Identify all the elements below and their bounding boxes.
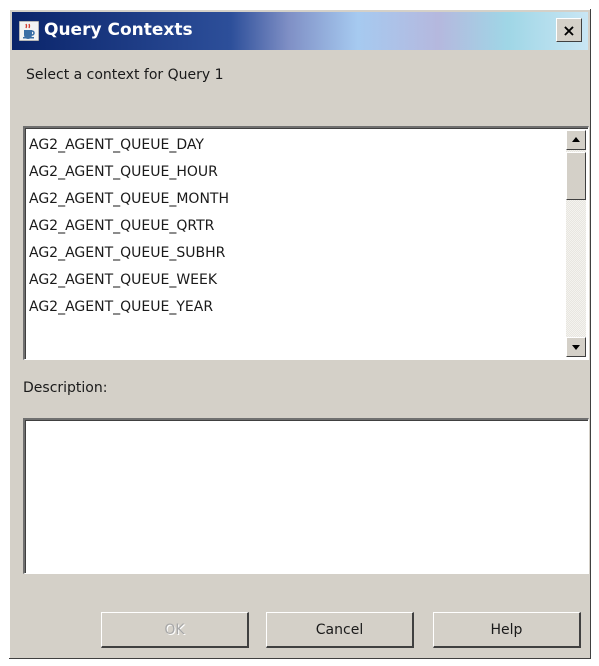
context-list-item[interactable]: AG2_AGENT_QUEUE_MONTH xyxy=(29,186,564,213)
scroll-up-button[interactable] xyxy=(566,130,586,150)
context-list-item[interactable]: AG2_AGENT_QUEUE_DAY xyxy=(29,132,564,159)
dialog-title: Query Contexts xyxy=(44,20,193,40)
help-button[interactable]: Help xyxy=(433,612,581,648)
query-contexts-dialog: Query Contexts × Select a context for Qu… xyxy=(8,8,592,660)
arrow-down-icon xyxy=(572,345,580,350)
arrow-up-icon xyxy=(572,137,580,142)
context-list-item[interactable]: AG2_AGENT_QUEUE_WEEK xyxy=(29,267,564,294)
context-scrollbar[interactable] xyxy=(566,130,586,357)
scroll-down-button[interactable] xyxy=(566,337,586,357)
description-label: Description: xyxy=(23,380,108,396)
description-text-area[interactable] xyxy=(23,418,589,574)
java-cup-icon xyxy=(18,20,40,42)
context-list-item[interactable]: AG2_AGENT_QUEUE_HOUR xyxy=(29,159,564,186)
scroll-thumb[interactable] xyxy=(566,152,586,200)
close-icon: × xyxy=(562,20,576,40)
ok-button[interactable]: OK xyxy=(101,612,249,648)
context-list-item[interactable]: AG2_AGENT_QUEUE_YEAR xyxy=(29,294,564,321)
cancel-button[interactable]: Cancel xyxy=(266,612,414,648)
context-listbox[interactable]: AG2_AGENT_QUEUE_DAY AG2_AGENT_QUEUE_HOUR… xyxy=(23,126,589,360)
context-list-item[interactable]: AG2_AGENT_QUEUE_QRTR xyxy=(29,213,564,240)
close-button[interactable]: × xyxy=(556,18,582,42)
context-prompt-label: Select a context for Query 1 xyxy=(26,67,224,83)
title-bar[interactable]: Query Contexts × xyxy=(12,12,588,50)
context-list-item[interactable]: AG2_AGENT_QUEUE_SUBHR xyxy=(29,240,564,267)
